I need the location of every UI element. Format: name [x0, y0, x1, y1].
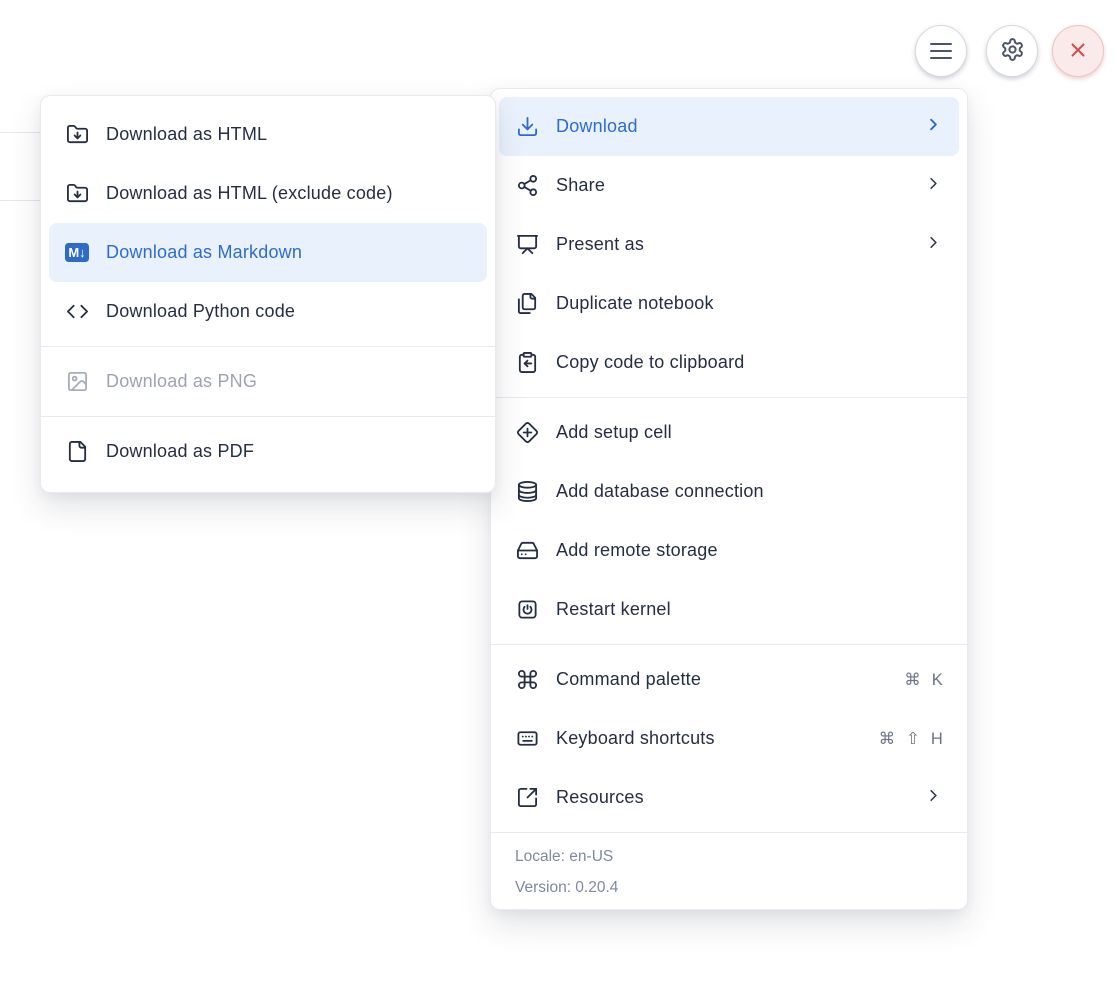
submenu-item-download-pdf[interactable]: Download as PDF — [49, 422, 487, 481]
menu-item-label: Restart kernel — [556, 599, 943, 620]
menu-item-label: Download as PNG — [106, 371, 471, 392]
menu-item-present-as[interactable]: Present as — [499, 215, 959, 274]
presentation-icon — [515, 233, 539, 257]
submenu-item-download-html[interactable]: Download as HTML — [49, 105, 487, 164]
menu-item-label: Download Python code — [106, 301, 471, 322]
notebook-menu: Download Share Present — [490, 88, 968, 910]
menu-item-label: Download as HTML — [106, 124, 471, 145]
chevron-right-icon — [924, 233, 943, 257]
menu-item-add-database[interactable]: Add database connection — [499, 462, 959, 521]
menu-separator — [491, 832, 967, 833]
file-icon — [65, 440, 89, 464]
menu-separator — [491, 644, 967, 645]
locale-text: Locale: en-US — [515, 848, 943, 866]
close-button[interactable] — [1052, 25, 1104, 77]
menu-item-label: Duplicate notebook — [556, 293, 943, 314]
chevron-right-icon — [924, 174, 943, 198]
menu-item-label: Download — [556, 116, 924, 137]
folder-down-icon — [65, 182, 89, 206]
submenu-item-download-markdown[interactable]: M↓ Download as Markdown — [49, 223, 487, 282]
menu-item-copy-code[interactable]: Copy code to clipboard — [499, 333, 959, 392]
code-icon — [65, 300, 89, 324]
gear-icon — [1000, 37, 1025, 65]
keyboard-icon — [515, 727, 539, 751]
submenu-item-download-png[interactable]: Download as PNG — [49, 352, 487, 411]
menu-item-download[interactable]: Download — [499, 97, 959, 156]
menu-item-label: Download as HTML (exclude code) — [106, 183, 471, 204]
menu-item-add-remote-storage[interactable]: Add remote storage — [499, 521, 959, 580]
menu-item-label: Keyboard shortcuts — [556, 728, 879, 749]
download-submenu: Download as HTML Download as HTML (exclu… — [40, 95, 496, 493]
menu-item-restart-kernel[interactable]: Restart kernel — [499, 580, 959, 639]
menu-item-label: Command palette — [556, 669, 904, 690]
square-power-icon — [515, 598, 539, 622]
menu-item-add-setup-cell[interactable]: Add setup cell — [499, 403, 959, 462]
chevron-right-icon — [924, 786, 943, 810]
menu-item-label: Resources — [556, 787, 924, 808]
menu-separator — [491, 397, 967, 398]
menu-item-keyboard-shortcuts[interactable]: Keyboard shortcuts ⌘ ⇧ H — [499, 709, 959, 768]
menu-item-label: Download as Markdown — [106, 242, 471, 263]
shortcut-hint: ⌘ K — [904, 670, 943, 690]
shortcut-hint: ⌘ ⇧ H — [879, 729, 943, 749]
menu-separator — [41, 416, 495, 417]
page-divider — [0, 200, 42, 201]
settings-button[interactable] — [986, 25, 1038, 77]
submenu-item-download-html-no-code[interactable]: Download as HTML (exclude code) — [49, 164, 487, 223]
menu-item-resources[interactable]: Resources — [499, 768, 959, 827]
menu-separator — [41, 346, 495, 347]
page-divider — [0, 132, 42, 133]
chevron-right-icon — [924, 115, 943, 139]
share-icon — [515, 174, 539, 198]
menu-item-label: Present as — [556, 234, 924, 255]
database-icon — [515, 480, 539, 504]
menu-item-label: Add database connection — [556, 481, 943, 502]
folder-down-icon — [65, 123, 89, 147]
version-text: Version: 0.20.4 — [515, 879, 943, 897]
menu-item-command-palette[interactable]: Command palette ⌘ K — [499, 650, 959, 709]
close-icon — [1067, 39, 1089, 64]
clipboard-copy-icon — [515, 351, 539, 375]
menu-item-share[interactable]: Share — [499, 156, 959, 215]
hamburger-icon — [930, 43, 952, 60]
hard-drive-icon — [515, 539, 539, 563]
diamond-plus-icon — [515, 421, 539, 445]
external-link-icon — [515, 786, 539, 810]
notebook-menu-button[interactable] — [915, 25, 967, 77]
duplicate-files-icon — [515, 292, 539, 316]
menu-item-label: Download as PDF — [106, 441, 471, 462]
menu-item-duplicate-notebook[interactable]: Duplicate notebook — [499, 274, 959, 333]
menu-item-label: Add remote storage — [556, 540, 943, 561]
menu-footer: Locale: en-US Version: 0.20.4 — [499, 838, 959, 897]
app-window: Download Share Present — [0, 0, 1118, 984]
image-icon — [65, 370, 89, 394]
markdown-icon: M↓ — [65, 241, 89, 265]
menu-item-label: Share — [556, 175, 924, 196]
menu-item-label: Add setup cell — [556, 422, 943, 443]
command-icon — [515, 668, 539, 692]
submenu-item-download-python[interactable]: Download Python code — [49, 282, 487, 341]
download-icon — [515, 115, 539, 139]
menu-item-label: Copy code to clipboard — [556, 352, 943, 373]
